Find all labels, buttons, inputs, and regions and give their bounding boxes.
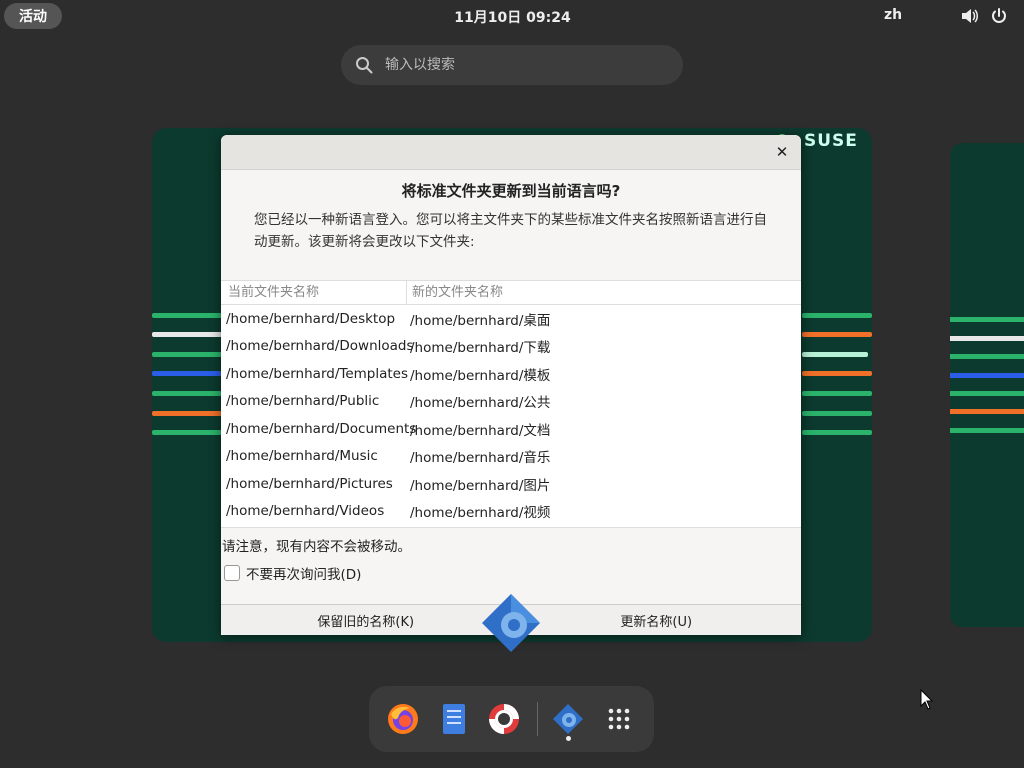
wallpaper-stripe: [152, 391, 222, 396]
search-icon: [356, 57, 373, 74]
wallpaper-stripe: [802, 411, 872, 416]
current-folder: /home/bernhard/Templates: [226, 365, 409, 382]
dont-ask-label[interactable]: 不要再次询问我(D): [246, 563, 361, 583]
wallpaper-stripe: [802, 313, 872, 318]
update-names-button[interactable]: 更新名称(U): [512, 605, 802, 635]
wallpaper-stripe: [950, 373, 1024, 378]
clock[interactable]: 11月10日 09:24: [430, 7, 595, 27]
dock: [369, 686, 654, 752]
column-header-current[interactable]: 当前文件夹名称: [221, 281, 407, 304]
volume-icon[interactable]: [961, 8, 979, 24]
wallpaper-stripe: [152, 430, 222, 435]
new-folder: /home/bernhard/图片: [410, 477, 551, 494]
current-folder: /home/bernhard/Public: [226, 393, 380, 410]
current-folder: /home/bernhard/Pictures: [226, 475, 393, 492]
wallpaper-stripe: [950, 391, 1024, 396]
wallpaper-stripe: [152, 371, 222, 376]
search-bar[interactable]: [341, 45, 683, 85]
close-icon[interactable]: ✕: [773, 143, 791, 161]
wallpaper-stripe: [802, 332, 872, 337]
activities-button[interactable]: 活动: [4, 3, 62, 29]
table-header: 当前文件夹名称 新的文件夹名称: [221, 281, 801, 305]
keep-names-button[interactable]: 保留旧的名称(K): [221, 605, 512, 635]
new-folder: /home/bernhard/视频: [410, 505, 551, 522]
new-folder: /home/bernhard/文档: [410, 422, 551, 439]
wallpaper-stripe: [802, 371, 872, 376]
top-bar: 活动 11月10日 09:24 zh: [0, 0, 1024, 32]
help-icon[interactable]: [487, 702, 521, 736]
wallpaper-stripe: [802, 352, 868, 357]
dialog-title: 将标准文件夹更新到当前语言吗?: [401, 182, 621, 200]
mouse-cursor-icon: [920, 689, 934, 710]
new-folder: /home/bernhard/桌面: [410, 312, 551, 329]
language-indicator[interactable]: zh: [884, 7, 902, 23]
suse-logo: SUSE: [804, 131, 858, 151]
new-folder: /home/bernhard/模板: [410, 367, 551, 384]
current-folder: /home/bernhard/Documents: [226, 420, 417, 437]
dialog-titlebar[interactable]: ✕: [221, 135, 801, 170]
new-folder: /home/bernhard/公共: [410, 395, 551, 412]
current-folder: /home/bernhard/Downloads: [226, 338, 414, 355]
checkbox-box[interactable]: [224, 565, 240, 581]
table-row[interactable]: /home/bernhard/Templates/home/bernhard/模…: [221, 360, 801, 388]
dialog-note: 请注意，现有内容不会被移动。: [222, 539, 411, 555]
running-indicator: [566, 736, 571, 741]
current-folder: /home/bernhard/Music: [226, 448, 378, 465]
firefox-icon[interactable]: [386, 702, 420, 736]
text-editor-icon[interactable]: [437, 702, 471, 736]
dock-separator: [537, 702, 538, 736]
dont-ask-checkbox[interactable]: 不要再次询问我(D): [224, 563, 361, 583]
wallpaper-stripe: [802, 430, 872, 435]
update-folders-dialog: ✕ 将标准文件夹更新到当前语言吗? 您已经以一种新语言登入。您可以将主文件夹下的…: [221, 135, 801, 635]
settings-app-icon: [482, 594, 540, 652]
new-folder: /home/bernhard/下载: [410, 340, 551, 357]
current-folder: /home/bernhard/Videos: [226, 503, 385, 520]
wallpaper-stripe: [950, 336, 1024, 341]
table-row[interactable]: /home/bernhard/Music/home/bernhard/音乐: [221, 443, 801, 471]
table-row[interactable]: /home/bernhard/Downloads/home/bernhard/下…: [221, 333, 801, 361]
wallpaper-stripe: [950, 409, 1024, 414]
wallpaper-stripe: [152, 313, 222, 318]
table-row[interactable]: /home/bernhard/Pictures/home/bernhard/图片: [221, 470, 801, 498]
table-row[interactable]: /home/bernhard/Public/home/bernhard/公共: [221, 388, 801, 416]
power-icon[interactable]: [990, 7, 1008, 25]
workspace-thumbnail-next[interactable]: [950, 143, 1024, 627]
wallpaper-stripe: [152, 411, 222, 416]
wallpaper-stripe: [950, 428, 1024, 433]
table-row[interactable]: /home/bernhard/Desktop/home/bernhard/桌面: [221, 305, 801, 333]
column-header-new[interactable]: 新的文件夹名称: [407, 281, 503, 304]
dialog-description: 您已经以一种新语言登入。您可以将主文件夹下的某些标准文件夹名按照新语言进行自动更…: [254, 212, 767, 250]
table-row[interactable]: /home/bernhard/Documents/home/bernhard/文…: [221, 415, 801, 443]
wallpaper-stripe: [950, 354, 1024, 359]
table-row[interactable]: /home/bernhard/Videos/home/bernhard/视频: [221, 498, 801, 526]
wallpaper-stripe: [152, 352, 222, 357]
wallpaper-stripe: [802, 391, 872, 396]
wallpaper-stripe: [950, 317, 1024, 322]
current-folder: /home/bernhard/Desktop: [226, 310, 396, 327]
settings-icon[interactable]: [551, 702, 585, 736]
wallpaper-stripe: [152, 332, 222, 337]
folder-table: 当前文件夹名称 新的文件夹名称 /home/bernhard/Desktop/h…: [221, 280, 801, 528]
new-folder: /home/bernhard/音乐: [410, 450, 551, 467]
search-input[interactable]: [383, 56, 667, 74]
app-grid-icon[interactable]: [602, 702, 636, 736]
